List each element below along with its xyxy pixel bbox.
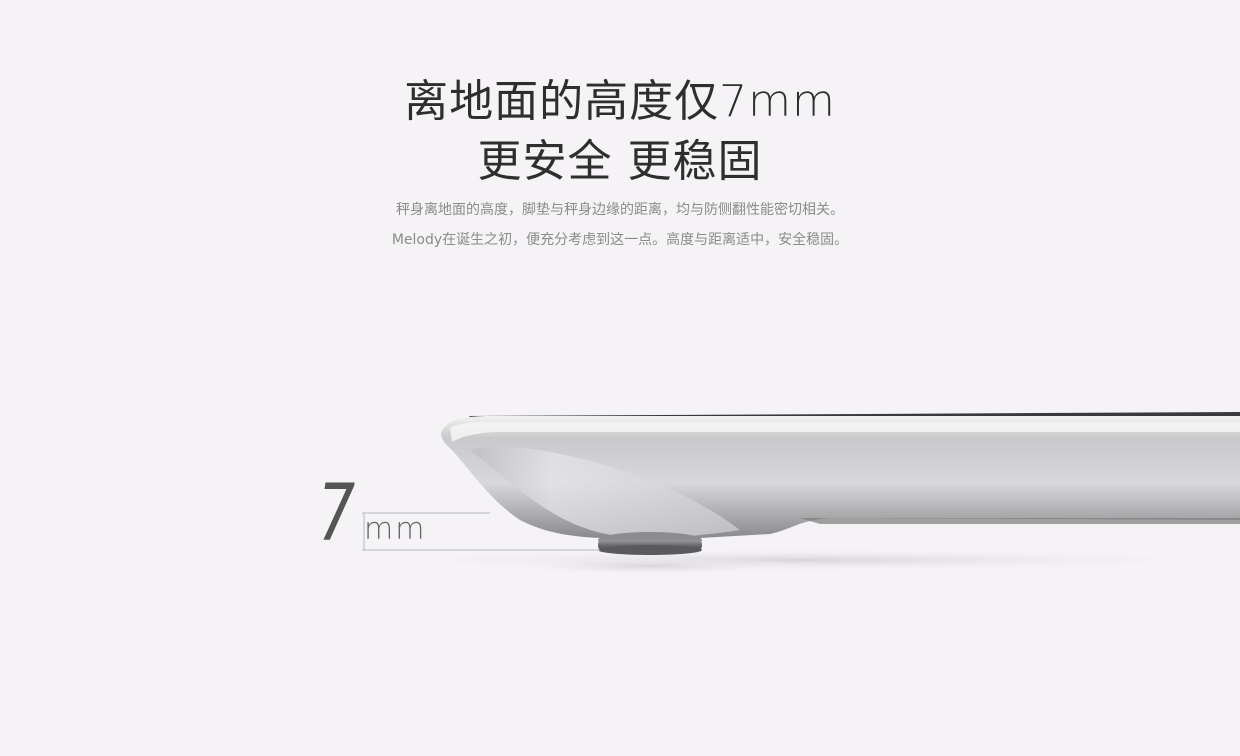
measurement-unit: mm — [364, 512, 427, 547]
underside-bevel — [800, 518, 1240, 524]
measurement-number: 7 — [318, 469, 356, 559]
foot-shadow — [500, 556, 800, 576]
description-line-1: 秤身离地面的高度，脚垫与秤身边缘的距离，均与防侧翻性能密切相关。 — [396, 202, 844, 218]
foot-bottom — [598, 545, 702, 555]
scale-product-image — [340, 412, 1240, 576]
headline-line-2: 更安全 更稳固 — [477, 136, 763, 187]
headline-line-1: 离地面的高度仅7mm — [404, 76, 836, 127]
description-line-2: Melody在诞生之初，便充分考虑到这一点。高度与距离适中，安全稳固。 — [391, 232, 849, 248]
